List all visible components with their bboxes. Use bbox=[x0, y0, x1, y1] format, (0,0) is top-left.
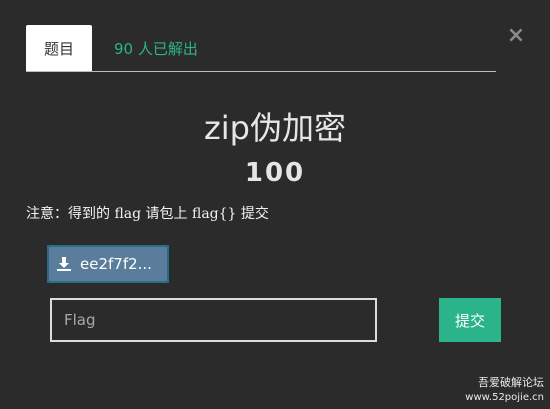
challenge-modal: 题目 90 人已解出 × zip伪加密 100 注意：得到的 flag 请包上 … bbox=[0, 0, 550, 409]
tab-bar: 题目 90 人已解出 bbox=[26, 25, 496, 72]
tab-solves[interactable]: 90 人已解出 bbox=[114, 25, 198, 71]
tab-challenge[interactable]: 题目 bbox=[26, 25, 92, 71]
close-icon[interactable]: × bbox=[506, 25, 526, 47]
watermark-url: www.52pojie.cn bbox=[465, 392, 544, 403]
download-icon bbox=[57, 257, 71, 271]
challenge-title: zip伪加密 bbox=[203, 109, 346, 147]
challenge-description: 注意：得到的 flag 请包上 flag{} 提交 bbox=[26, 206, 269, 222]
download-file-button[interactable]: ee2f7f2... bbox=[47, 245, 169, 283]
submit-button[interactable]: 提交 bbox=[439, 298, 501, 342]
watermark-title: 吾爱破解论坛 bbox=[478, 376, 544, 389]
download-filename: ee2f7f2... bbox=[80, 255, 152, 273]
challenge-points: 100 bbox=[244, 158, 306, 188]
flag-input[interactable] bbox=[50, 298, 377, 342]
watermark: 吾爱破解论坛 www.52pojie.cn bbox=[465, 375, 544, 405]
